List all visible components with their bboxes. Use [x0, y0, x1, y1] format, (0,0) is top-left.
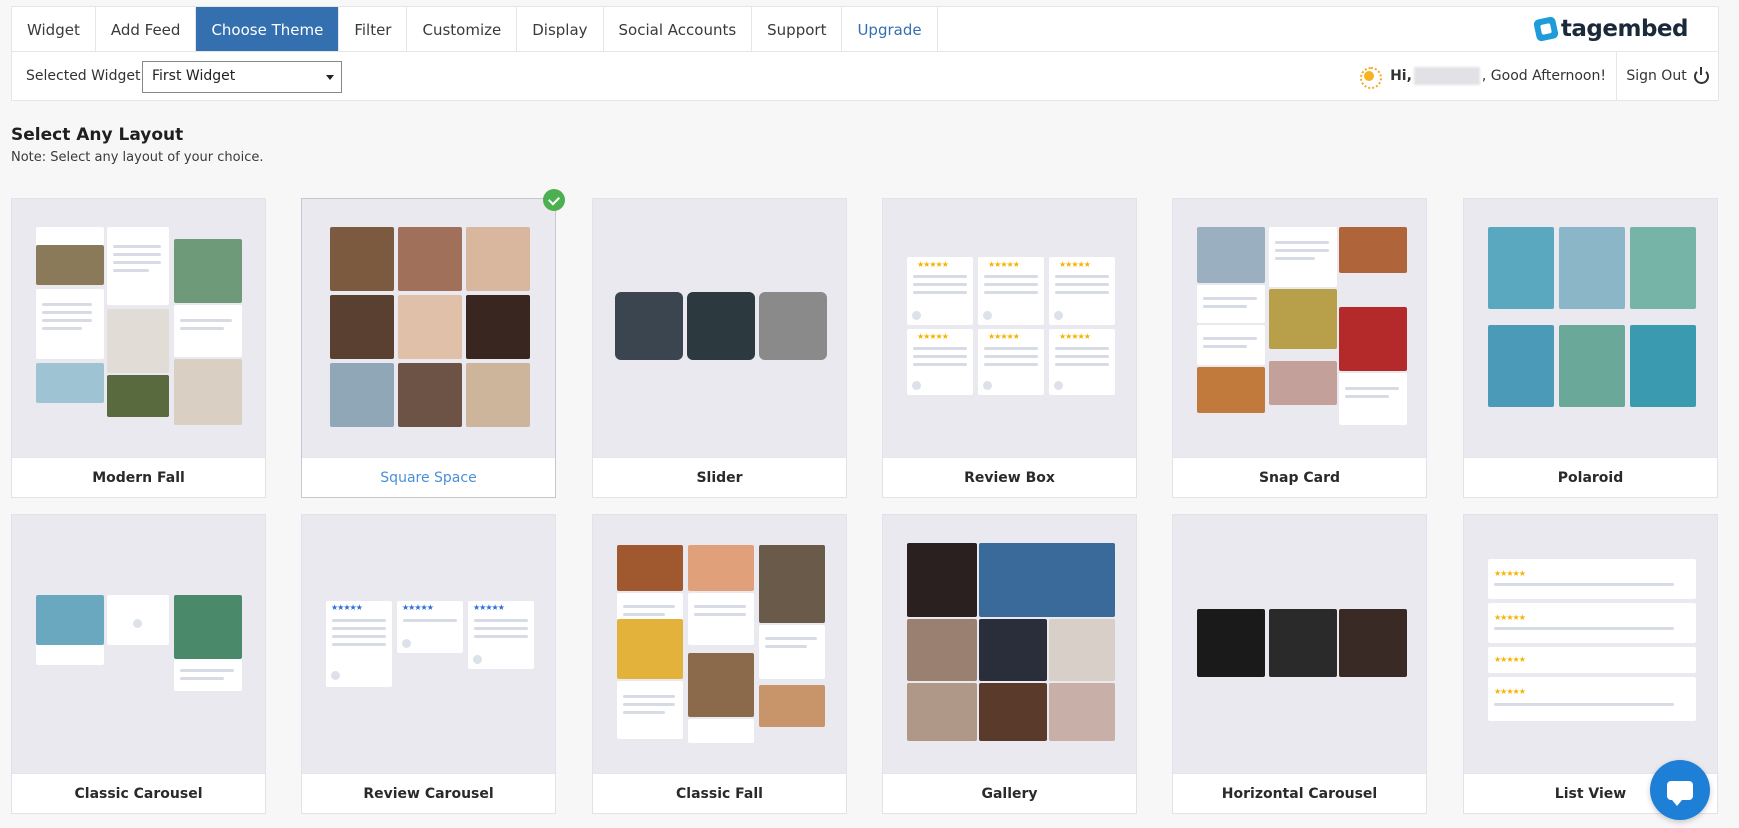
power-icon — [1693, 66, 1709, 84]
layout-card-square-space[interactable]: Square Space — [301, 189, 565, 498]
layout-card-label: Modern Fall — [12, 457, 265, 497]
redacted-username — [1413, 67, 1480, 85]
layout-card-horizontal-carousel[interactable]: Horizontal Carousel — [1172, 514, 1427, 814]
tab-add-feed[interactable]: Add Feed — [96, 7, 197, 52]
layout-card-label: Review Box — [883, 457, 1136, 497]
tab-display[interactable]: Display — [517, 7, 604, 52]
layout-card-label: Gallery — [883, 773, 1136, 813]
layout-thumbnail: ★★★★★ ★★★★★ ★★★★★ — [302, 515, 555, 773]
layout-thumbnail — [12, 199, 265, 457]
tab-upgrade[interactable]: Upgrade — [842, 7, 938, 52]
sign-out-label: Sign Out — [1626, 68, 1687, 84]
greeting-suffix: , Good Afternoon! — [1481, 68, 1606, 84]
logo-text: tagembed — [1560, 16, 1689, 42]
sun-icon — [1360, 67, 1383, 89]
layout-card-polaroid[interactable]: Polaroid — [1463, 198, 1718, 498]
layout-thumbnail — [12, 515, 265, 773]
layout-card-classic-fall[interactable]: Classic Fall — [592, 514, 847, 814]
layout-thumbnail — [1464, 199, 1717, 457]
layout-thumbnail: ★★★★★ ★★★★★ ★★★★★ ★★★★★ — [1464, 515, 1717, 773]
selected-check-icon — [543, 189, 565, 211]
selected-widget-label: Selected Widget — [26, 68, 141, 84]
greeting: Hi, , Good Afternoon! — [1360, 67, 1606, 89]
tab-filter[interactable]: Filter — [339, 7, 408, 52]
tab-support[interactable]: Support — [752, 7, 843, 52]
tab-widget[interactable]: Widget — [12, 7, 96, 52]
top-nav: Widget Add Feed Choose Theme Filter Cust… — [11, 6, 1719, 52]
layout-thumbnail — [1173, 199, 1426, 457]
layout-thumbnail — [302, 199, 555, 457]
layout-card-gallery[interactable]: Gallery — [882, 514, 1137, 814]
layout-thumbnail — [593, 515, 846, 773]
layout-card-label: Polaroid — [1464, 457, 1717, 497]
layout-card-label: Classic Fall — [593, 773, 846, 813]
layout-card-label: Classic Carousel — [12, 773, 265, 813]
layout-card-label: Slider — [593, 457, 846, 497]
layout-card-slider[interactable]: Slider — [592, 198, 847, 498]
layout-card-label: Square Space — [302, 457, 555, 497]
nav-tabs: Widget Add Feed Choose Theme Filter Cust… — [12, 7, 1718, 52]
layout-card-modern-fall[interactable]: Modern Fall — [11, 198, 266, 498]
tagembed-logo[interactable]: tagembed — [1532, 15, 1689, 43]
chat-bubble-icon — [1667, 780, 1693, 806]
layout-thumbnail — [883, 515, 1136, 773]
layout-thumbnail: ★★★★★ ★★★★★ ★★★★★ ★★★★★ ★★★★★ ★★★★★ — [883, 199, 1136, 457]
sign-out-button[interactable]: Sign Out — [1616, 52, 1718, 100]
layout-card-review-box[interactable]: ★★★★★ ★★★★★ ★★★★★ ★★★★★ ★★★★★ ★★★★★ Revi… — [882, 198, 1137, 498]
tab-customize[interactable]: Customize — [407, 7, 518, 52]
layout-card-label: Snap Card — [1173, 457, 1426, 497]
logo-icon — [1532, 15, 1559, 43]
layout-thumbnail — [1173, 515, 1426, 773]
layout-card-label: Review Carousel — [302, 773, 555, 813]
caret-down-icon — [326, 75, 334, 80]
greeting-prefix: Hi, — [1390, 68, 1412, 84]
widget-bar: Selected Widget First Widget Hi, , Good … — [11, 51, 1719, 101]
widget-select[interactable]: First Widget — [142, 61, 342, 93]
layout-card-review-carousel[interactable]: ★★★★★ ★★★★★ ★★★★★ Review Carousel — [301, 514, 556, 814]
layout-thumbnail — [593, 199, 846, 457]
layout-card-snap-card[interactable]: Snap Card — [1172, 198, 1427, 498]
layout-card-label: Horizontal Carousel — [1173, 773, 1426, 813]
page-title: Select Any Layout — [11, 125, 184, 145]
tab-social-accounts[interactable]: Social Accounts — [604, 7, 753, 52]
layout-card-classic-carousel[interactable]: Classic Carousel — [11, 514, 266, 814]
chat-button[interactable] — [1650, 760, 1710, 820]
page-note: Note: Select any layout of your choice. — [11, 150, 264, 165]
tab-choose-theme[interactable]: Choose Theme — [196, 7, 340, 52]
widget-select-value: First Widget — [152, 68, 236, 84]
